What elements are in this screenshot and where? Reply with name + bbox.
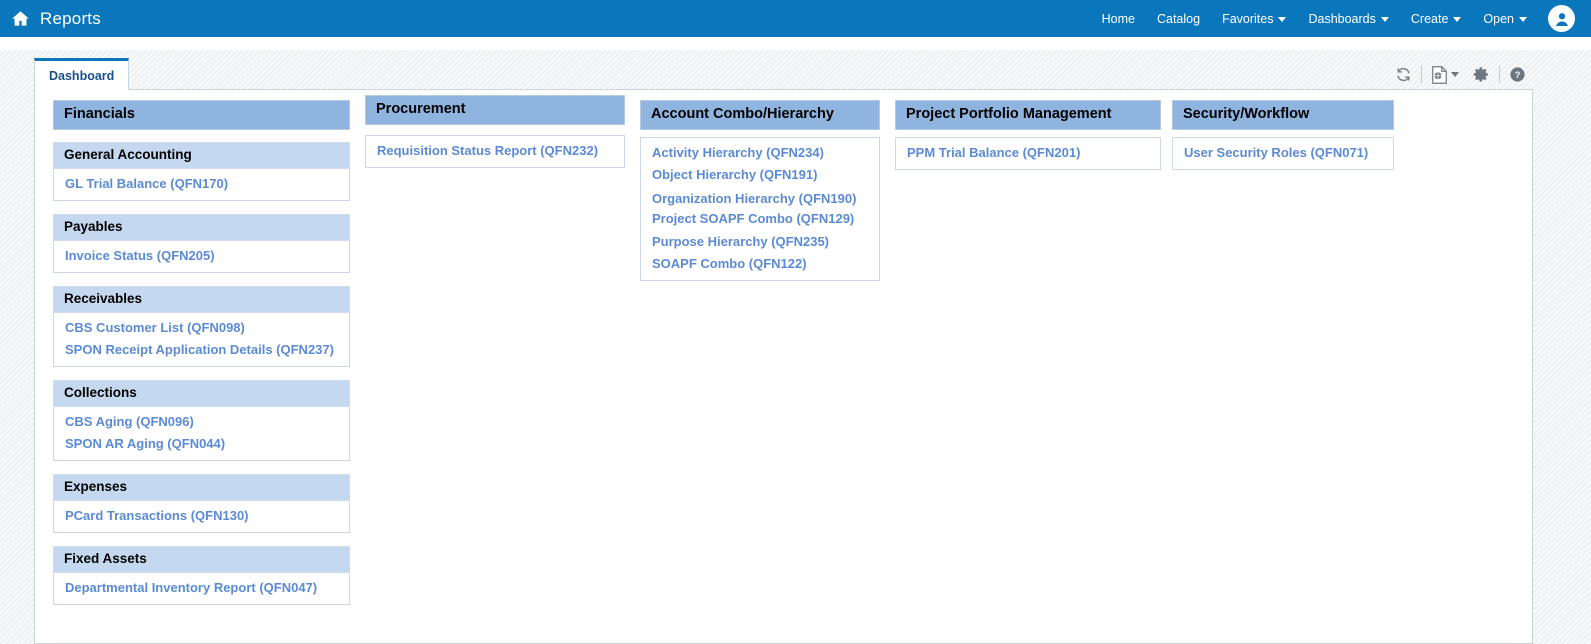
nav-item-home[interactable]: Home [1091, 12, 1146, 26]
global-nav: Home Catalog Favorites Dashboards Create… [1091, 5, 1591, 32]
report-link[interactable]: Purpose Hierarchy (QFN235) [641, 230, 879, 253]
column-procurement: Procurement Requisition Status Report (Q… [365, 95, 625, 168]
column-account-combo-hierarchy: Account Combo/Hierarchy Activity Hierarc… [640, 100, 880, 281]
report-link[interactable]: CBS Aging (QFN096) [54, 411, 349, 433]
backdrop-top-strip [0, 37, 1591, 50]
nav-item-label: Catalog [1157, 12, 1200, 26]
link-list: CBS Aging (QFN096) SPON AR Aging (QFN044… [53, 407, 350, 461]
nav-item-create[interactable]: Create [1400, 12, 1473, 26]
chevron-down-icon [1451, 72, 1459, 77]
section-title-security-workflow: Security/Workflow [1172, 100, 1394, 130]
subsection-title: Payables [53, 214, 350, 241]
link-list: PPM Trial Balance (QFN201) [895, 137, 1161, 170]
group-expenses: Expenses PCard Transactions (QFN130) [53, 474, 350, 533]
nav-item-label: Favorites [1222, 12, 1273, 26]
report-link[interactable]: Organization Hierarchy (QFN190) [641, 186, 879, 210]
tab-label: Dashboard [49, 69, 114, 83]
link-list: Invoice Status (QFN205) [53, 241, 350, 273]
nav-item-dashboards[interactable]: Dashboards [1297, 12, 1399, 26]
report-link[interactable]: PCard Transactions (QFN130) [54, 505, 349, 527]
user-avatar-icon[interactable] [1548, 5, 1575, 32]
section-title-account-combo-hierarchy: Account Combo/Hierarchy [640, 100, 880, 130]
link-list: Departmental Inventory Report (QFN047) [53, 573, 350, 605]
group-receivables: Receivables CBS Customer List (QFN098) S… [53, 286, 350, 367]
report-link[interactable]: Invoice Status (QFN205) [54, 245, 349, 267]
page-title: Reports [40, 9, 101, 29]
nav-item-label: Dashboards [1308, 12, 1375, 26]
link-list: PCard Transactions (QFN130) [53, 501, 350, 533]
help-icon[interactable]: ? [1502, 63, 1533, 87]
export-page-icon[interactable] [1424, 63, 1466, 87]
report-link[interactable]: GL Trial Balance (QFN170) [54, 173, 349, 195]
subsection-title: Expenses [53, 474, 350, 501]
section-title-project-portfolio-management: Project Portfolio Management [895, 100, 1161, 130]
report-link[interactable]: CBS Customer List (QFN098) [54, 317, 349, 339]
nav-item-open[interactable]: Open [1472, 12, 1538, 26]
report-link[interactable]: Object Hierarchy (QFN191) [641, 164, 879, 186]
nav-item-label: Home [1102, 12, 1135, 26]
chevron-down-icon [1519, 17, 1527, 22]
chevron-down-icon [1381, 17, 1389, 22]
report-link[interactable]: Project SOAPF Combo (QFN129) [641, 210, 879, 230]
chevron-down-icon [1278, 17, 1286, 22]
report-link[interactable]: User Security Roles (QFN071) [1173, 142, 1393, 164]
nav-item-favorites[interactable]: Favorites [1211, 12, 1297, 26]
chevron-down-icon [1453, 17, 1461, 22]
subsection-title: Fixed Assets [53, 546, 350, 573]
section-title-procurement: Procurement [365, 95, 625, 125]
toolbar-divider [1421, 66, 1422, 83]
nav-item-catalog[interactable]: Catalog [1146, 12, 1211, 26]
dashboard-columns: Financials General Accounting GL Trial B… [35, 90, 1532, 643]
subsection-title: General Accounting [53, 142, 350, 169]
dashboard-panel: Financials General Accounting GL Trial B… [34, 90, 1533, 644]
report-link[interactable]: PPM Trial Balance (QFN201) [896, 142, 1160, 164]
group-general-accounting: General Accounting GL Trial Balance (QFN… [53, 142, 350, 201]
report-link[interactable]: SPON AR Aging (QFN044) [54, 433, 349, 455]
home-icon[interactable] [9, 8, 31, 30]
link-list: CBS Customer List (QFN098) SPON Receipt … [53, 313, 350, 367]
svg-text:?: ? [1515, 70, 1521, 80]
group-fixed-assets: Fixed Assets Departmental Inventory Repo… [53, 546, 350, 605]
gear-icon[interactable] [1466, 63, 1497, 87]
column-security-workflow: Security/Workflow User Security Roles (Q… [1172, 100, 1394, 170]
report-link[interactable]: SOAPF Combo (QFN122) [641, 253, 879, 275]
nav-item-label: Create [1411, 12, 1449, 26]
link-list: Requisition Status Report (QFN232) [365, 135, 625, 168]
group-collections: Collections CBS Aging (QFN096) SPON AR A… [53, 380, 350, 461]
link-list: User Security Roles (QFN071) [1172, 137, 1394, 170]
subsection-title: Collections [53, 380, 350, 407]
section-title-financials: Financials [53, 100, 350, 130]
refresh-icon[interactable] [1388, 63, 1419, 87]
nav-item-label: Open [1483, 12, 1514, 26]
dashboard-tab-strip: Dashboard [34, 58, 1533, 90]
global-header: Reports Home Catalog Favorites Dashboard… [0, 0, 1591, 37]
column-financials: Financials General Accounting GL Trial B… [53, 100, 350, 605]
report-link[interactable]: Requisition Status Report (QFN232) [366, 140, 624, 162]
link-list: Activity Hierarchy (QFN234) Object Hiera… [640, 137, 880, 281]
report-link[interactable]: Departmental Inventory Report (QFN047) [54, 577, 349, 599]
report-link[interactable]: SPON Receipt Application Details (QFN237… [54, 339, 349, 361]
dashboard-toolbar: ? [1388, 61, 1533, 88]
group-payables: Payables Invoice Status (QFN205) [53, 214, 350, 273]
report-link[interactable]: Activity Hierarchy (QFN234) [641, 142, 879, 164]
column-project-portfolio-management: Project Portfolio Management PPM Trial B… [895, 100, 1161, 170]
toolbar-divider [1499, 66, 1500, 83]
link-list: GL Trial Balance (QFN170) [53, 169, 350, 201]
subsection-title: Receivables [53, 286, 350, 313]
tab-dashboard[interactable]: Dashboard [34, 58, 129, 91]
